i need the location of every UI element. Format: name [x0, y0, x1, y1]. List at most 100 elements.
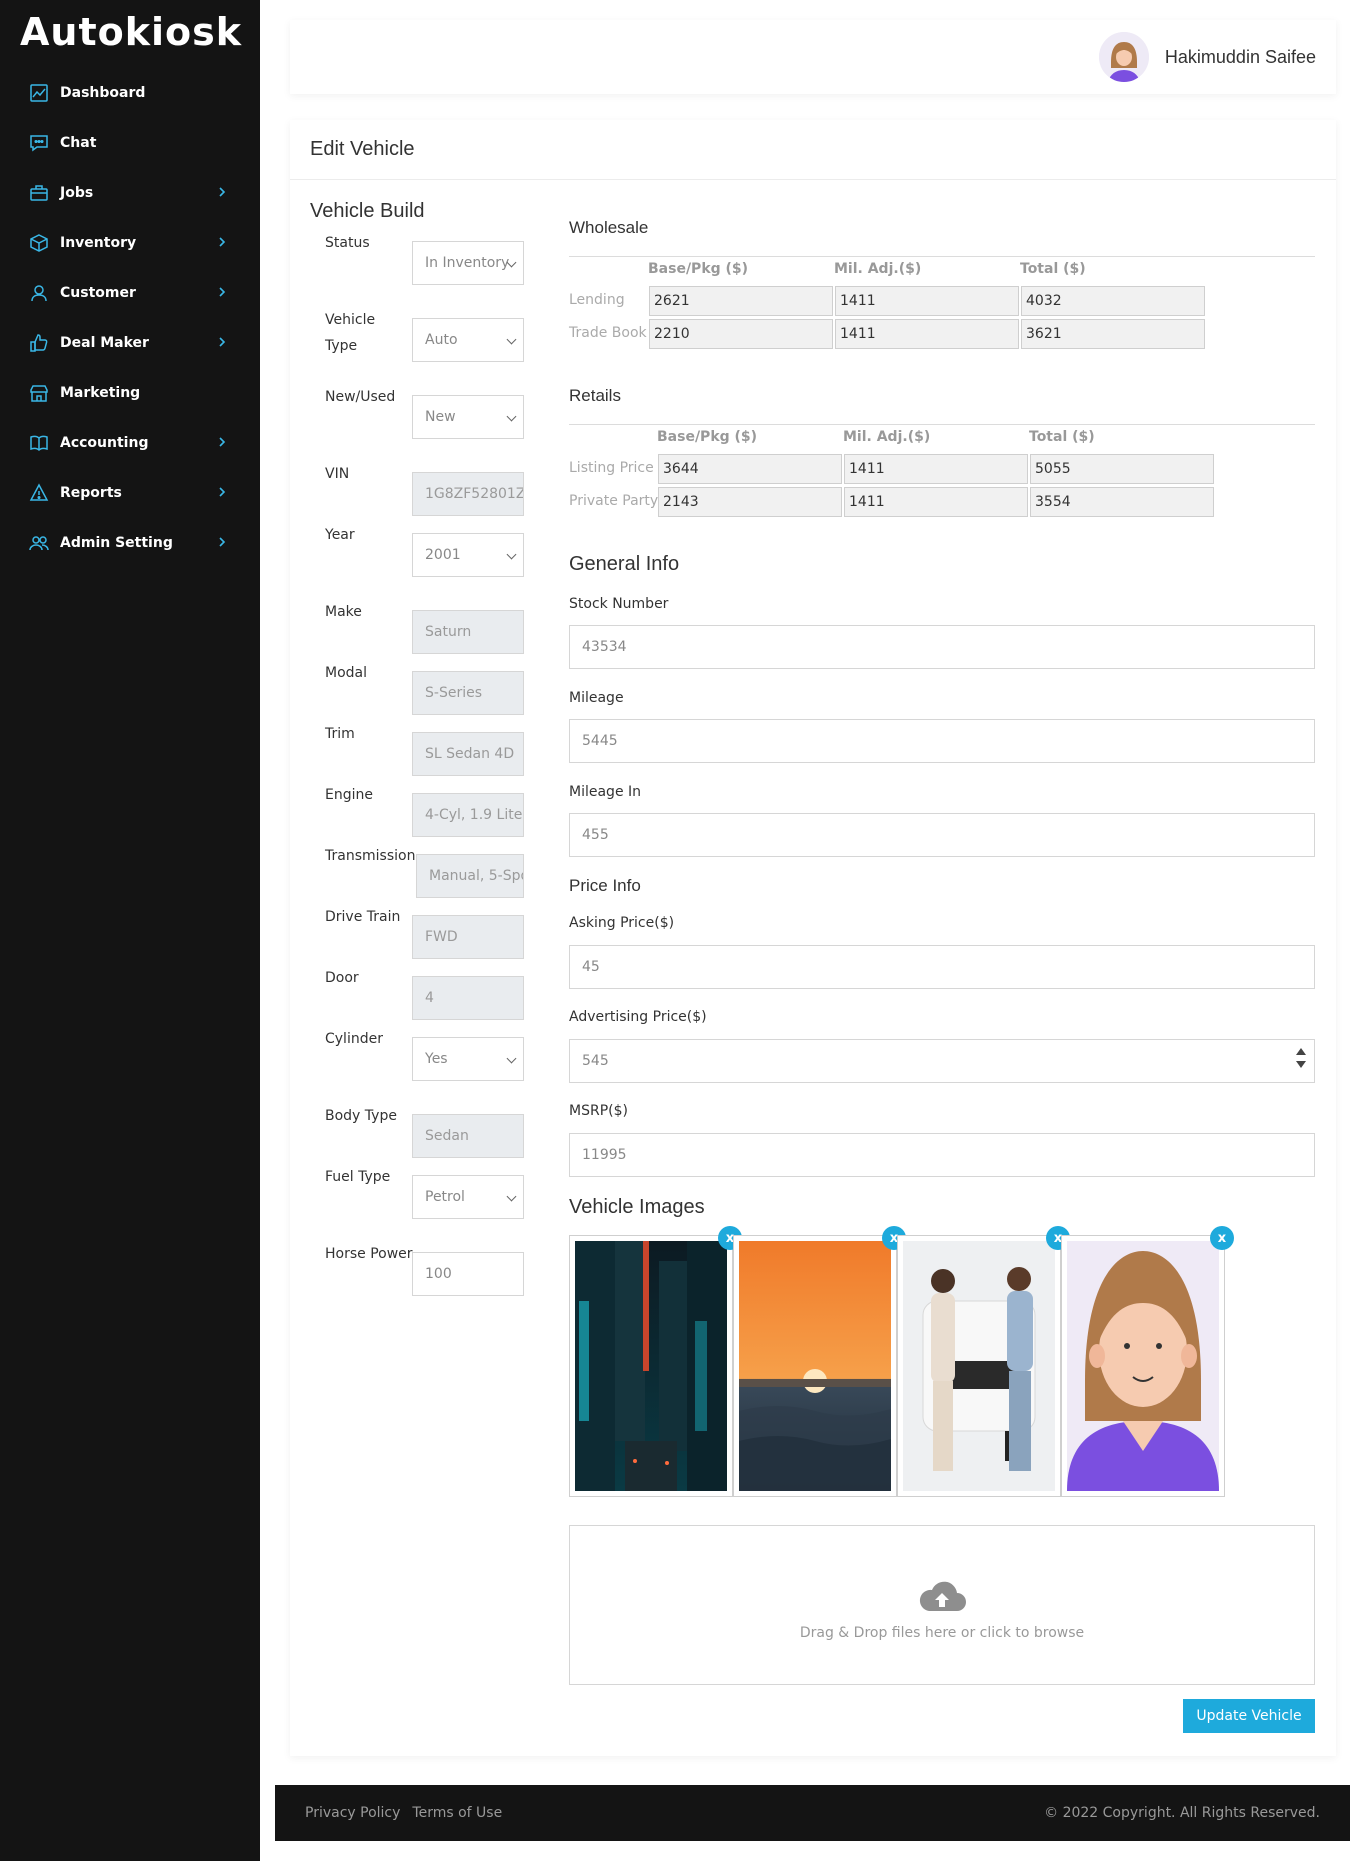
horse-power-input[interactable]: 100	[412, 1252, 524, 1296]
sidebar-item-reports[interactable]: Reports	[0, 468, 260, 518]
sidebar-item-admin-setting[interactable]: Admin Setting	[0, 518, 260, 568]
chevron-right-icon	[216, 186, 230, 200]
spinner-up-icon[interactable]	[1296, 1048, 1306, 1055]
vin-label: VIN	[325, 466, 350, 482]
spinner-down-icon[interactable]	[1296, 1061, 1306, 1068]
new-used-select[interactable]: New	[412, 395, 524, 439]
thumbs-up-icon	[28, 332, 50, 354]
cloud-upload-icon	[919, 1581, 966, 1611]
listing-mil-cell: 1411	[844, 454, 1028, 484]
ocean-sunset-image	[739, 1241, 891, 1491]
msrp-input[interactable]: 11995	[569, 1133, 1315, 1177]
asking-price-input[interactable]: 45	[569, 945, 1315, 989]
top-header: Hakimuddin Saifee	[290, 20, 1336, 94]
sidebar-item-label: Customer	[60, 285, 136, 301]
retails-header-mil: Mil. Adj.($)	[843, 429, 931, 445]
update-vehicle-button[interactable]: Update Vehicle	[1183, 1699, 1315, 1733]
edit-vehicle-card: Edit Vehicle Vehicle Build Status In Inv…	[290, 120, 1336, 1756]
sidebar-item-accounting[interactable]: Accounting	[0, 418, 260, 468]
privacy-policy-link[interactable]: Privacy Policy	[305, 1805, 400, 1821]
cylinder-select[interactable]: Yes	[412, 1037, 524, 1081]
trade-book-base-cell: 2210	[649, 319, 833, 349]
chat-icon	[28, 132, 50, 154]
chevron-right-icon	[216, 436, 230, 450]
advertising-price-input[interactable]: 545	[569, 1039, 1315, 1083]
sidebar-item-jobs[interactable]: Jobs	[0, 168, 260, 218]
users-icon	[28, 532, 50, 554]
chevron-right-icon	[216, 286, 230, 300]
status-select[interactable]: In Inventory	[412, 241, 524, 285]
footer: Privacy Policy Terms of Use © 2022 Copyr…	[275, 1785, 1350, 1841]
sidebar-item-customer[interactable]: Customer	[0, 268, 260, 318]
sidebar-item-inventory[interactable]: Inventory	[0, 218, 260, 268]
app-logo[interactable]: Autokiosk	[20, 10, 242, 54]
year-select[interactable]: 2001	[412, 533, 524, 577]
divider	[569, 424, 1315, 425]
fuel-type-select[interactable]: Petrol	[412, 1175, 524, 1219]
retails-title: Retails	[569, 386, 621, 405]
sidebar-item-dashboard[interactable]: Dashboard	[0, 68, 260, 118]
sidebar-item-chat[interactable]: Chat	[0, 118, 260, 168]
wholesale-header-total: Total ($)	[1020, 261, 1086, 277]
price-info-title: Price Info	[569, 876, 641, 895]
trade-book-total-cell: 3621	[1021, 319, 1205, 349]
chevron-right-icon	[216, 486, 230, 500]
sidebar-item-label: Reports	[60, 485, 122, 501]
wholesale-header-mil: Mil. Adj.($)	[834, 261, 922, 277]
body-type-field: Sedan	[412, 1114, 524, 1158]
mileage-label: Mileage	[569, 690, 624, 706]
divider	[290, 179, 1336, 180]
lending-mil-cell: 1411	[835, 286, 1019, 316]
sidebar-item-label: Marketing	[60, 385, 141, 401]
private-base-cell: 2143	[658, 487, 842, 517]
number-spinner[interactable]	[1296, 1048, 1306, 1068]
body-type-label: Body Type	[325, 1108, 397, 1124]
lending-base-cell: 2621	[649, 286, 833, 316]
wholesale-header-base: Base/Pkg ($)	[648, 261, 749, 277]
user-name[interactable]: Hakimuddin Saifee	[1165, 47, 1316, 68]
engine-label: Engine	[325, 787, 373, 803]
book-icon	[28, 432, 50, 454]
make-label: Make	[325, 604, 362, 620]
user-avatar[interactable]	[1098, 32, 1149, 82]
user-icon	[28, 282, 50, 304]
asking-price-label: Asking Price($)	[569, 915, 675, 931]
drive-train-label: Drive Train	[325, 909, 401, 925]
stock-number-input[interactable]: 43534	[569, 625, 1315, 669]
listing-base-cell: 3644	[658, 454, 842, 484]
transmission-field: Manual, 5-Spd	[416, 854, 524, 898]
advertising-price-label: Advertising Price($)	[569, 1009, 707, 1025]
sidebar: Autokiosk Dashboard Chat Jobs Inventory …	[0, 0, 260, 1861]
sidebar-item-label: Jobs	[60, 185, 94, 201]
city-street-night-image	[575, 1241, 727, 1491]
warning-icon	[28, 482, 50, 504]
file-dropzone[interactable]: Drag & Drop files here or click to brows…	[569, 1525, 1315, 1685]
copyright-text: © 2022 Copyright. All Rights Reserved.	[1044, 1805, 1320, 1821]
divider	[569, 256, 1315, 257]
vehicle-type-select[interactable]: Auto	[412, 318, 524, 362]
private-party-label: Private Party	[569, 493, 659, 509]
mileage-input[interactable]: 5445	[569, 719, 1315, 763]
sidebar-item-marketing[interactable]: Marketing	[0, 368, 260, 418]
vehicle-image-card: x	[733, 1226, 906, 1497]
general-info-title: General Info	[569, 553, 680, 575]
chevron-right-icon	[216, 336, 230, 350]
status-label: Status	[325, 235, 370, 251]
sidebar-item-label: Inventory	[60, 235, 137, 251]
chevron-right-icon	[216, 236, 230, 250]
mileage-in-input[interactable]: 455	[569, 813, 1315, 857]
couple-car-showroom-image	[903, 1241, 1055, 1491]
cylinder-label: Cylinder	[325, 1031, 383, 1047]
new-used-label: New/Used	[325, 389, 396, 405]
remove-image-button[interactable]: x	[1210, 1226, 1234, 1250]
year-label: Year	[325, 527, 355, 543]
mileage-in-label: Mileage In	[569, 784, 642, 800]
page-title: Edit Vehicle	[310, 138, 415, 160]
terms-of-use-link[interactable]: Terms of Use	[412, 1805, 502, 1821]
retails-header-base: Base/Pkg ($)	[657, 429, 758, 445]
box-icon	[28, 232, 50, 254]
sidebar-item-label: Deal Maker	[60, 335, 149, 351]
sidebar-item-deal-maker[interactable]: Deal Maker	[0, 318, 260, 368]
horse-power-label: Horse Power	[325, 1246, 413, 1262]
store-icon	[28, 382, 50, 404]
